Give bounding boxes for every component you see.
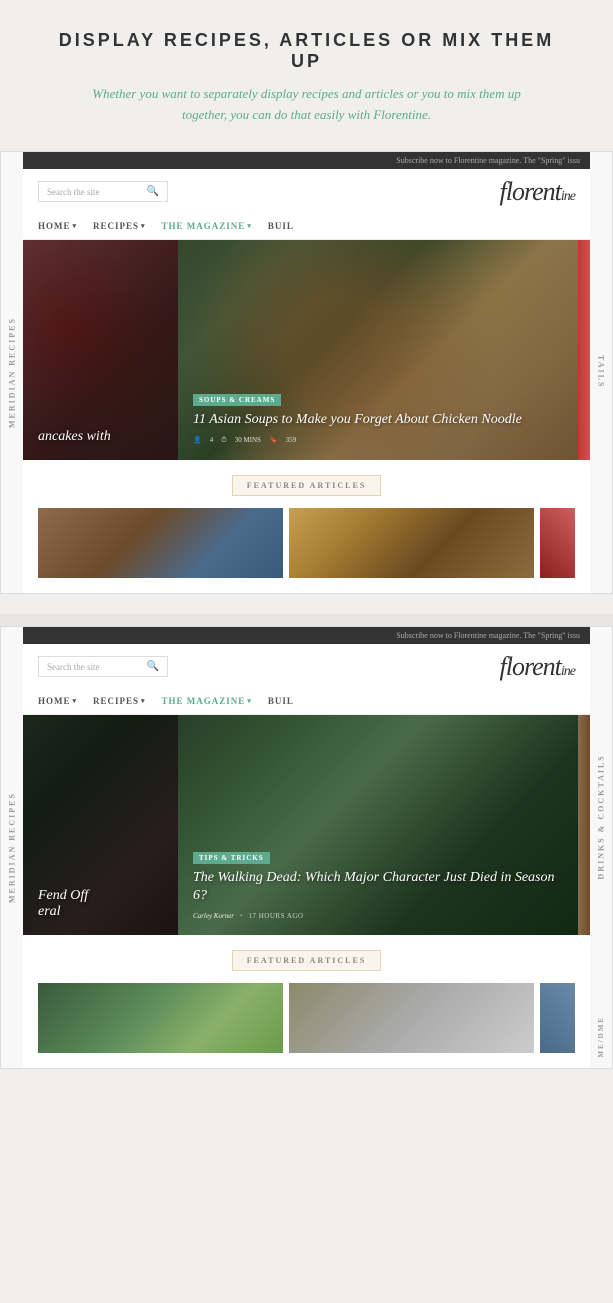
slide-meta-servings-icon: 👤 <box>193 436 202 444</box>
sidebar-right-2: DRINKS & COCKTAILS ME/DME <box>590 627 612 1068</box>
website-content-1: Subscribe now to Florentine magazine. Th… <box>23 152 590 593</box>
article-thumb-1-2[interactable] <box>289 508 534 578</box>
nav-recipes-1[interactable]: RECIPES ▾ <box>93 221 146 231</box>
article-thumb-2-3[interactable] <box>540 983 575 1053</box>
hero-slider-1: ancakes with SOUPS & CREAMS 11 Asian Sou… <box>23 240 590 460</box>
nav-magazine-2[interactable]: THE MAGAZINE ▾ <box>162 696 252 706</box>
site-header-2: Search the site 🔍 florentine <box>23 644 590 690</box>
site-nav-1: HOME ▾ RECIPES ▾ THE MAGAZINE ▾ BUIL <box>23 215 590 240</box>
search-box-2[interactable]: Search the site 🔍 <box>38 656 168 677</box>
top-bar-text-1: Subscribe now to Florentine magazine. Th… <box>396 156 580 165</box>
page-subtitle: Whether you want to separately display r… <box>77 84 537 126</box>
top-bar-1: Subscribe now to Florentine magazine. Th… <box>23 152 590 169</box>
article-thumbnails-1 <box>38 508 575 578</box>
site-logo-2: florentine <box>500 652 575 682</box>
article-thumb-1-3[interactable] <box>540 508 575 578</box>
author-time-2: 17 HOURS AGO <box>248 912 303 920</box>
nav-home-1[interactable]: HOME ▾ <box>38 221 77 231</box>
nav-magazine-arrow-1: ▾ <box>247 222 252 230</box>
hero-slide-left-2[interactable]: Fend Off eral <box>23 715 178 935</box>
featured-label-2: FEATURED ARTICLES <box>232 950 382 971</box>
page-header: DISPLAY RECIPES, ARTICLES OR MIX THEM UP… <box>0 0 613 151</box>
nav-home-2[interactable]: HOME ▾ <box>38 696 77 706</box>
featured-label-wrapper-1: FEATURED ARTICLES <box>38 475 575 496</box>
slide-meta-time-icon: ⏱ <box>221 436 226 445</box>
sidebar-label-tails: TAILS <box>590 152 612 593</box>
nav-home-arrow-1: ▾ <box>73 222 78 230</box>
slide-meta-rating-icon: 🔖 <box>269 436 278 444</box>
featured-section-1: FEATURED ARTICLES <box>23 460 590 593</box>
slide-title-2: The Walking Dead: Which Major Character … <box>193 869 563 905</box>
search-icon-1: 🔍 <box>147 186 159 197</box>
author-dot-2: • <box>240 912 242 920</box>
nav-home-arrow-2: ▾ <box>73 697 78 705</box>
hero-slider-2: Fend Off eral TIPS & TRICKS The Walking … <box>23 715 590 935</box>
article-thumb-2-2[interactable] <box>289 983 534 1053</box>
site-nav-2: HOME ▾ RECIPES ▾ THE MAGAZINE ▾ BUIL <box>23 690 590 715</box>
article-thumb-2-1[interactable] <box>38 983 283 1053</box>
slide-partial-right-1 <box>578 240 590 460</box>
hero-slide-left-1[interactable]: ancakes with <box>23 240 178 460</box>
featured-label-1: FEATURED ARTICLES <box>232 475 382 496</box>
hero-slide-right-2[interactable]: TIPS & TRICKS The Walking Dead: Which Ma… <box>178 715 578 935</box>
sidebar-label-medome: ME/DME <box>590 1006 612 1068</box>
slide-meta-1: 👤 4 ⏱ 30 MINS 🔖 359 <box>193 436 563 445</box>
author-line-2: Carley Korner • 17 HOURS AGO <box>193 912 563 920</box>
nav-build-2[interactable]: BUIL <box>268 696 294 706</box>
website-content-2: Subscribe now to Florentine magazine. Th… <box>23 627 590 1068</box>
slide-title-1: 11 Asian Soups to Make you Forget About … <box>193 411 563 429</box>
nav-recipes-arrow-2: ▾ <box>141 697 146 705</box>
slide-left-title-1: ancakes with <box>38 429 163 445</box>
search-icon-2: 🔍 <box>147 661 159 672</box>
nav-recipes-arrow-1: ▾ <box>141 222 146 230</box>
slide-left-title-2b: eral <box>38 904 163 920</box>
nav-magazine-arrow-2: ▾ <box>247 697 252 705</box>
featured-section-2: FEATURED ARTICLES <box>23 935 590 1068</box>
article-thumbnails-2 <box>38 983 575 1053</box>
page-divider <box>0 614 613 626</box>
top-bar-2: Subscribe now to Florentine magazine. Th… <box>23 627 590 644</box>
slide-tag-2: TIPS & TRICKS <box>193 852 270 864</box>
website-mock-2: MERIDIAN RECIPES Subscribe now to Floren… <box>0 626 613 1069</box>
nav-magazine-1[interactable]: THE MAGAZINE ▾ <box>162 221 252 231</box>
site-header-1: Search the site 🔍 florentine <box>23 169 590 215</box>
search-placeholder-1: Search the site <box>47 187 143 197</box>
author-name-2: Carley Korner <box>193 912 234 920</box>
site-logo-1: florentine <box>500 177 575 207</box>
nav-build-1[interactable]: BUIL <box>268 221 294 231</box>
search-box-1[interactable]: Search the site 🔍 <box>38 181 168 202</box>
page-title: DISPLAY RECIPES, ARTICLES OR MIX THEM UP <box>40 30 573 72</box>
hero-slide-right-1[interactable]: SOUPS & CREAMS 11 Asian Soups to Make yo… <box>178 240 578 460</box>
article-thumb-1-1[interactable] <box>38 508 283 578</box>
top-bar-text-2: Subscribe now to Florentine magazine. Th… <box>396 631 580 640</box>
slide-partial-right-2 <box>578 715 590 935</box>
sidebar-label-2: MERIDIAN RECIPES <box>1 627 23 1068</box>
nav-recipes-2[interactable]: RECIPES ▾ <box>93 696 146 706</box>
slide-meta-rating: 359 <box>286 436 297 444</box>
slide-tag-1: SOUPS & CREAMS <box>193 394 281 406</box>
website-mock-1: MERIDIAN RECIPES Subscribe now to Floren… <box>0 151 613 594</box>
featured-label-wrapper-2: FEATURED ARTICLES <box>38 950 575 971</box>
slide-left-title-2a: Fend Off <box>38 888 163 904</box>
slide-meta-time: 30 MINS <box>235 436 261 444</box>
search-placeholder-2: Search the site <box>47 662 143 672</box>
sidebar-label-drinks: DRINKS & COCKTAILS <box>590 627 612 1006</box>
sidebar-label-1: MERIDIAN RECIPES <box>1 152 23 593</box>
slide-meta-servings: 4 <box>210 436 214 444</box>
